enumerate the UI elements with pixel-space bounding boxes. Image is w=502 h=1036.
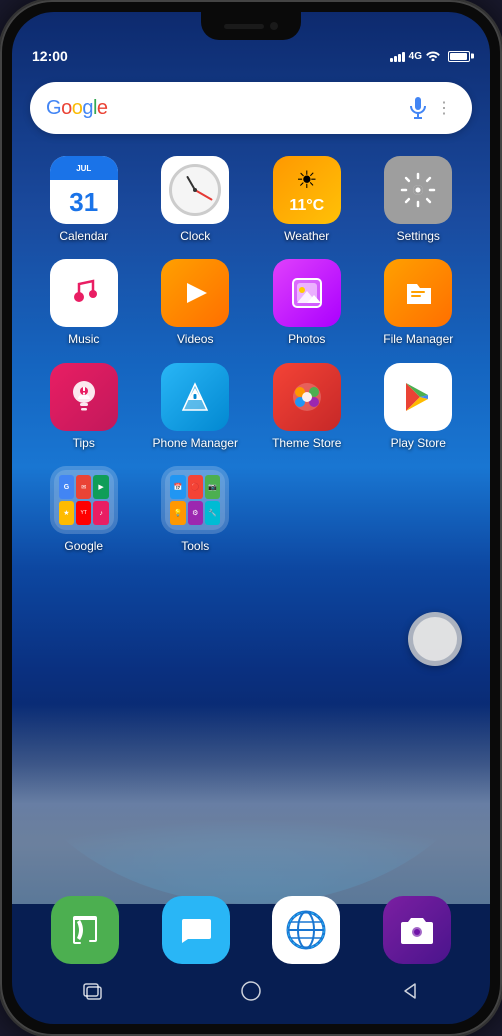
tips-icon xyxy=(50,363,118,431)
signal-icon xyxy=(390,50,405,62)
videos-icon xyxy=(161,259,229,327)
app-folder-google[interactable]: G ✉ ▶ ★ YT ♪ Google xyxy=(30,462,138,557)
lte-icon: 4G xyxy=(409,51,422,62)
settings-icon xyxy=(384,156,452,224)
play-store-label: Play Store xyxy=(391,436,446,450)
status-bar: 12:00 4G xyxy=(12,42,490,70)
nav-home-button[interactable] xyxy=(233,973,269,1009)
theme-store-label: Theme Store xyxy=(272,436,341,450)
app-videos[interactable]: Videos xyxy=(142,255,250,350)
nav-back-button[interactable] xyxy=(392,973,428,1009)
google-logo: Google xyxy=(46,97,108,120)
weather-label: Weather xyxy=(284,229,329,243)
file-manager-label: File Manager xyxy=(383,332,453,346)
theme-store-icon xyxy=(273,363,341,431)
calendar-icon: JUL 31 xyxy=(50,156,118,224)
app-calendar[interactable]: JUL 31 Calendar xyxy=(30,152,138,247)
mic-icon[interactable] xyxy=(404,94,432,122)
status-time: 12:00 xyxy=(32,48,68,64)
front-camera xyxy=(270,22,278,30)
app-music[interactable]: Music xyxy=(30,255,138,350)
weather-icon: ☀ 11°C xyxy=(273,156,341,224)
wifi-icon xyxy=(426,49,440,64)
phone-manager-icon xyxy=(161,363,229,431)
app-play-store[interactable]: Play Store xyxy=(365,359,473,454)
tips-label: Tips xyxy=(73,436,95,450)
app-settings[interactable]: Settings xyxy=(365,152,473,247)
speaker xyxy=(224,24,264,29)
dock-browser[interactable] xyxy=(272,896,340,964)
status-icons: 4G xyxy=(390,49,470,64)
dock-camera[interactable] xyxy=(383,896,451,964)
app-file-manager[interactable]: File Manager xyxy=(365,255,473,350)
dock-phone[interactable] xyxy=(51,896,119,964)
phone-screen: 12:00 4G xyxy=(12,12,490,1024)
clock-label: Clock xyxy=(180,229,210,243)
calendar-label: Calendar xyxy=(59,229,108,243)
phone-device: 12:00 4G xyxy=(0,0,502,1036)
app-photos[interactable]: Photos xyxy=(253,255,361,350)
nav-bar xyxy=(12,968,490,1014)
dock-messages[interactable] xyxy=(162,896,230,964)
battery-icon xyxy=(448,51,470,62)
clock-icon xyxy=(161,156,229,224)
floating-assistant-button[interactable] xyxy=(408,612,462,666)
settings-label: Settings xyxy=(397,229,440,243)
app-clock[interactable]: Clock xyxy=(142,152,250,247)
photos-label: Photos xyxy=(288,332,325,346)
nav-recent-button[interactable] xyxy=(74,973,110,1009)
app-folder-tools[interactable]: 📅 🔴 📷 💡 ⚙ 🔧 Tools xyxy=(142,462,250,557)
photos-icon xyxy=(273,259,341,327)
app-theme-store[interactable]: Theme Store xyxy=(253,359,361,454)
app-grid: JUL 31 Calendar Clock xyxy=(30,152,472,558)
folder-tools-label: Tools xyxy=(181,539,209,553)
file-manager-icon xyxy=(384,259,452,327)
play-store-icon xyxy=(384,363,452,431)
app-weather[interactable]: ☀ 11°C Weather xyxy=(253,152,361,247)
google-search-bar[interactable]: Google ⋮ xyxy=(30,82,472,134)
app-phone-manager[interactable]: Phone Manager xyxy=(142,359,250,454)
music-label: Music xyxy=(68,332,99,346)
more-options-icon[interactable]: ⋮ xyxy=(432,96,456,120)
earth-mountains xyxy=(12,704,490,904)
notch xyxy=(201,12,301,40)
phone-manager-label: Phone Manager xyxy=(153,436,238,450)
videos-label: Videos xyxy=(177,332,213,346)
folder-google-label: Google xyxy=(64,539,103,553)
app-tips[interactable]: Tips xyxy=(30,359,138,454)
dock xyxy=(30,896,472,964)
folder-google-icon: G ✉ ▶ ★ YT ♪ xyxy=(50,466,118,534)
music-icon xyxy=(50,259,118,327)
folder-tools-icon: 📅 🔴 📷 💡 ⚙ 🔧 xyxy=(161,466,229,534)
